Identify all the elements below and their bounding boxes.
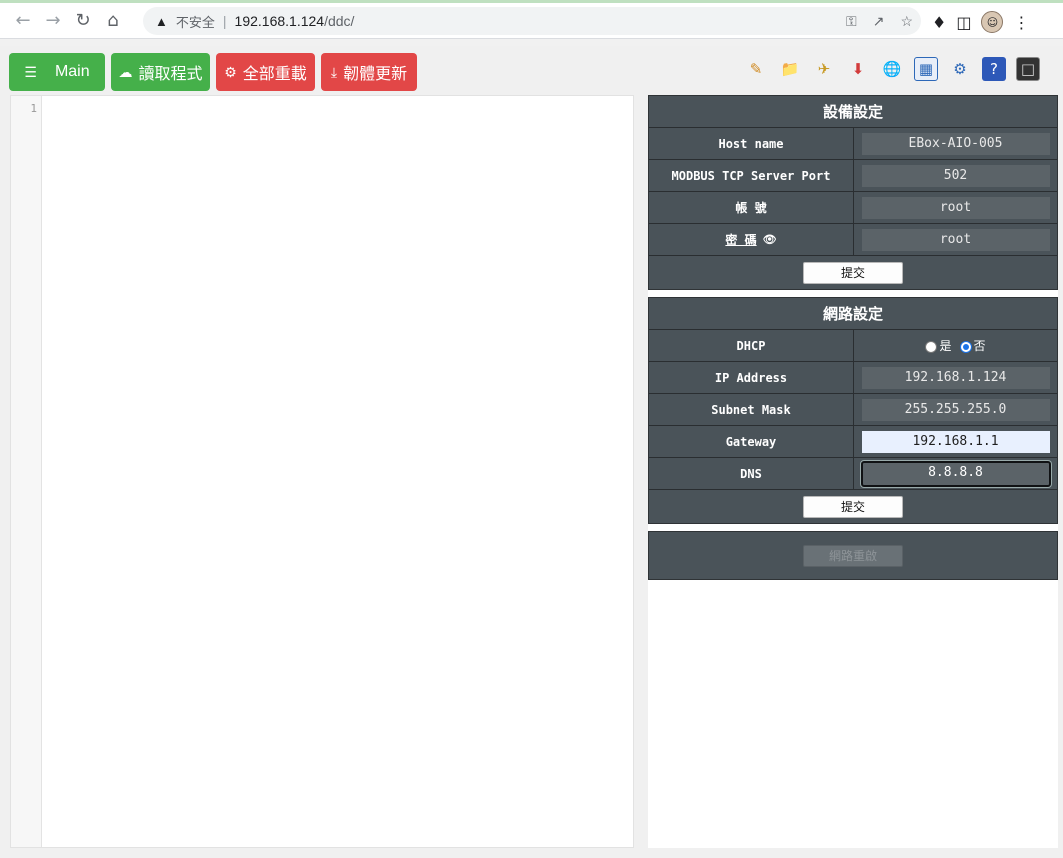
download-icon: ⤓ — [330, 63, 338, 80]
dns-input[interactable]: 8.8.8.8 — [860, 460, 1051, 487]
warning-icon: ▲ — [155, 13, 168, 29]
subnet-mask-input[interactable]: 255.255.255.0 — [861, 398, 1050, 421]
password-input[interactable]: root — [861, 228, 1050, 251]
subnet-mask-label: Subnet Mask — [649, 394, 854, 425]
ip-address-row: IP Address 192.168.1.124 — [649, 362, 1057, 394]
host-name-row: Host name EBox-AIO-005 — [649, 128, 1057, 160]
network-submit-button[interactable]: 提交 — [803, 495, 903, 518]
device-settings-panel: 設備設定 Host name EBox-AIO-005 MODBUS TCP S… — [648, 95, 1058, 290]
cloud-download-icon: ☁ — [118, 63, 133, 80]
subnet-mask-row: Subnet Mask 255.255.255.0 — [649, 394, 1057, 426]
key-icon[interactable]: ⚿ — [846, 13, 857, 30]
omnibox-separator: | — [222, 13, 227, 29]
account-input[interactable]: root — [861, 196, 1050, 219]
host-name-label: Host name — [649, 128, 854, 159]
help-icon[interactable]: ? — [982, 57, 1006, 81]
insecure-label: 不安全 — [175, 14, 215, 30]
page-divider — [0, 38, 1063, 39]
menu-icon[interactable]: ⋮ — [1013, 13, 1029, 32]
tool-icon-bar: ✎ 📁 ✈ ⬇ 🌐 ▦ ⚙ ? □ — [744, 57, 1040, 81]
back-icon[interactable]: ← — [8, 6, 38, 36]
password-label-wrap: 密 碼 👁 — [649, 224, 854, 255]
network-restart-button[interactable]: 網路重啟 — [803, 544, 903, 567]
reload-icon[interactable]: ↻ — [68, 6, 98, 36]
network-restart-panel: 網路重啟 — [648, 531, 1058, 580]
url-path: /ddc/ — [324, 13, 355, 29]
network-settings-title: 網路設定 — [649, 298, 1057, 330]
firmware-update-button[interactable]: ⤓ 韌體更新 — [321, 53, 417, 91]
gateway-input[interactable]: 192.168.1.1 — [861, 430, 1050, 453]
main-button-label: Main — [54, 63, 90, 80]
globe-icon[interactable]: 🌐 — [880, 57, 904, 81]
dhcp-yes-label: 是 — [939, 339, 952, 353]
dhcp-no-label: 否 — [973, 339, 986, 353]
browser-toolbar: ← → ↻ ⌂ ▲ 不安全 | 192.168.1.124/ddc/ ⚿ ↗ ☆… — [0, 0, 1063, 38]
device-settings-title: 設備設定 — [649, 96, 1057, 128]
ip-address-input[interactable]: 192.168.1.124 — [861, 366, 1050, 389]
url-host: 192.168.1.124 — [234, 13, 325, 29]
window-list-icon[interactable]: ▦ — [914, 57, 938, 81]
gateway-row: Gateway 192.168.1.1 — [649, 426, 1057, 458]
modbus-port-row: MODBUS TCP Server Port 502 — [649, 160, 1057, 192]
read-program-button[interactable]: ☁ 讀取程式 — [111, 53, 210, 91]
host-name-input[interactable]: EBox-AIO-005 — [861, 132, 1050, 155]
reload-all-button[interactable]: ⚙ 全部重載 — [216, 53, 315, 91]
extensions-icon[interactable]: ♦ — [932, 13, 946, 32]
network-settings-panel: 網路設定 DHCP 是 否 IP Address 192.168.1.124 S… — [648, 297, 1058, 524]
broom-icon[interactable]: ✈ — [812, 57, 836, 81]
account-row: 帳 號 root — [649, 192, 1057, 224]
firmware-update-label: 韌體更新 — [343, 66, 408, 83]
forward-icon[interactable]: → — [38, 6, 68, 36]
password-row: 密 碼 👁 root — [649, 224, 1057, 256]
dhcp-yes-option[interactable]: 是 — [925, 337, 952, 354]
folder-icon[interactable]: 📁 — [778, 57, 802, 81]
dns-label: DNS — [649, 458, 854, 489]
star-icon[interactable]: ☆ — [900, 13, 913, 30]
code-editor[interactable]: 1 — [10, 95, 634, 848]
edit-note-icon[interactable]: ✎ — [744, 57, 768, 81]
reload-all-label: 全部重載 — [242, 66, 307, 83]
account-label: 帳 號 — [649, 192, 854, 223]
gateway-label: Gateway — [649, 426, 854, 457]
read-program-label: 讀取程式 — [138, 66, 203, 83]
share-icon[interactable]: ↗ — [873, 13, 885, 30]
main-button[interactable]: ☰ Main — [9, 53, 105, 91]
dhcp-no-option[interactable]: 否 — [959, 337, 986, 354]
gears-icon: ⚙ — [224, 63, 237, 80]
dhcp-radio-group: 是 否 — [925, 337, 986, 354]
avatar[interactable]: ☺ — [981, 11, 1004, 33]
dhcp-no-radio[interactable] — [959, 340, 972, 353]
device-submit-button[interactable]: 提交 — [803, 261, 903, 284]
editor-gutter: 1 — [11, 96, 42, 847]
modbus-port-input[interactable]: 502 — [861, 164, 1050, 187]
network-submit-row: 提交 — [649, 490, 1057, 523]
ip-address-label: IP Address — [649, 362, 854, 393]
settings-gear-icon[interactable]: ⚙ — [948, 57, 972, 81]
line-number: 1 — [30, 102, 37, 115]
menu-lines-icon: ☰ — [24, 63, 37, 80]
dhcp-yes-radio[interactable] — [925, 340, 938, 353]
device-submit-row: 提交 — [649, 256, 1057, 289]
side-panel-icon[interactable]: ◫ — [956, 13, 971, 32]
terminal-icon[interactable]: □ — [1016, 57, 1040, 81]
save-download-icon[interactable]: ⬇ — [846, 57, 870, 81]
dhcp-row: DHCP 是 否 — [649, 330, 1057, 362]
address-bar[interactable]: ▲ 不安全 | 192.168.1.124/ddc/ ⚿ ↗ ☆ — [143, 7, 921, 35]
eye-slash-icon[interactable]: 👁 — [763, 233, 777, 246]
password-label[interactable]: 密 碼 — [725, 231, 756, 248]
dns-row: DNS 8.8.8.8 — [649, 458, 1057, 490]
dhcp-label: DHCP — [649, 330, 854, 361]
home-icon[interactable]: ⌂ — [98, 6, 128, 36]
modbus-port-label: MODBUS TCP Server Port — [649, 160, 854, 191]
